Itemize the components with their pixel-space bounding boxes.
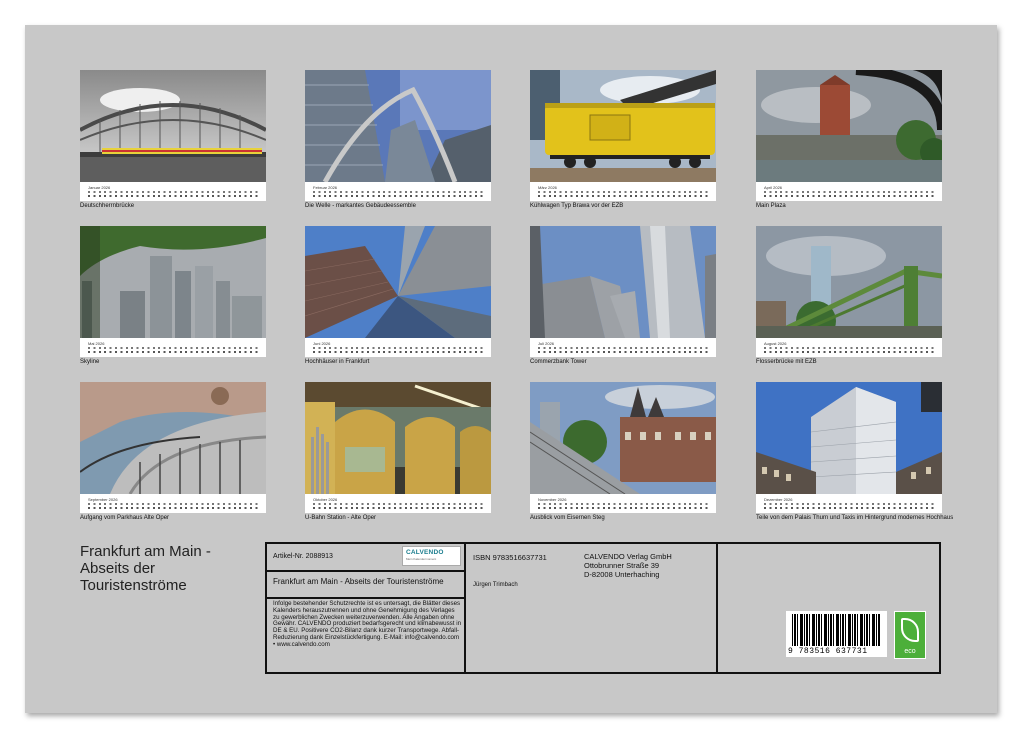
- month-name: Oktober 2026: [313, 497, 337, 502]
- photo-caption: U-Bahn Station - Alte Oper: [305, 515, 505, 522]
- weekday-row: [764, 191, 936, 193]
- calendar-strip: Juni 2026: [305, 338, 491, 357]
- date-row: [764, 507, 936, 509]
- weekday-row: [538, 347, 710, 349]
- photo-welle: [305, 70, 491, 182]
- photo-highrises: [305, 226, 491, 338]
- isbn: ISBN 9783516637731: [473, 553, 547, 562]
- date-row: [764, 351, 936, 353]
- month-name: Juli 2026: [538, 341, 554, 346]
- weekday-row: [88, 347, 260, 349]
- photo-palais-thurn-taxis: [756, 382, 942, 494]
- month-name: März 2026: [538, 185, 557, 190]
- month-name: Dezember 2026: [764, 497, 792, 502]
- leaf-icon: [901, 618, 919, 642]
- photo-caption: Flosserbrücke mit EZB: [756, 359, 956, 366]
- date-row: [88, 507, 260, 509]
- photo-skyline: [80, 226, 266, 338]
- weekday-row: [764, 503, 936, 505]
- date-row: [88, 195, 260, 197]
- calendar-strip: Februar 2026: [305, 182, 491, 201]
- photo-caption: Commerzbank Tower: [530, 359, 730, 366]
- date-row: [538, 195, 710, 197]
- calendar-title: Frankfurt am Main - Abseits der Touriste…: [80, 543, 255, 594]
- weekday-row: [313, 347, 485, 349]
- date-row: [764, 195, 936, 197]
- photo-commerzbank: [530, 226, 716, 338]
- month-name: August 2026: [764, 341, 786, 346]
- logo-tagline: Mein Kalendermoment: [406, 557, 436, 561]
- publisher-street: Ottobrunner Straße 39: [584, 561, 659, 570]
- divider: [716, 544, 718, 672]
- eco-label: eco: [895, 648, 925, 655]
- photo-caption: Aufgang vom Parkhaus Alte Oper: [80, 515, 280, 522]
- photo-parking-stairs: [80, 382, 266, 494]
- photo-caption: Deutschherrnbrücke: [80, 203, 280, 210]
- date-row: [313, 351, 485, 353]
- photo-floesser-bridge: [756, 226, 942, 338]
- photo-caption: Kühlwagen Typ Brawa vor der EZB: [530, 203, 730, 210]
- weekday-row: [313, 191, 485, 193]
- publisher-city: D-82008 Unterhaching: [584, 570, 659, 579]
- month-name: Mai 2026: [88, 341, 104, 346]
- barcode-number: 9 783516 637731: [788, 647, 885, 656]
- divider: [267, 597, 465, 599]
- logo-text: CALVENDO: [406, 549, 444, 556]
- month-name: Januar 2026: [88, 185, 110, 190]
- calendar-strip: September 2026: [80, 494, 266, 513]
- date-row: [313, 195, 485, 197]
- weekday-row: [538, 503, 710, 505]
- date-row: [538, 507, 710, 509]
- barcode-bars: [792, 614, 881, 646]
- calendar-strip: März 2026: [530, 182, 716, 201]
- month-name: April 2026: [764, 185, 782, 190]
- photo-eiserner-steg: [530, 382, 716, 494]
- calvendo-logo: CALVENDO Mein Kalendermoment: [402, 546, 461, 566]
- weekday-row: [88, 191, 260, 193]
- month-name: November 2026: [538, 497, 566, 502]
- photo-caption: Main Plaza: [756, 203, 956, 210]
- photo-caption: Skyline: [80, 359, 280, 366]
- photo-ubahn-station: [305, 382, 491, 494]
- eco-badge: eco: [894, 611, 926, 659]
- publisher-name: CALVENDO Verlag GmbH: [584, 552, 672, 561]
- month-name: Juni 2026: [313, 341, 330, 346]
- calendar-strip: Juli 2026: [530, 338, 716, 357]
- isbn-barcode: 9 783516 637731: [786, 611, 887, 657]
- legal-text: Infolge bestehender Schutzrechte ist es …: [273, 601, 461, 649]
- date-row: [88, 351, 260, 353]
- date-row: [538, 351, 710, 353]
- calendar-strip: April 2026: [756, 182, 942, 201]
- photo-caption: Die Welle - markantes Gebäudeessemble: [305, 203, 505, 210]
- month-name: September 2026: [88, 497, 118, 502]
- month-name: Februar 2026: [313, 185, 337, 190]
- photo-caption: Teile von dem Palais Thurn und Taxis im …: [756, 515, 956, 522]
- photo-bridge: [80, 70, 266, 182]
- author: Jürgen Trimbach: [473, 582, 518, 588]
- photo-railcar: [530, 70, 716, 182]
- calendar-strip: Mai 2026: [80, 338, 266, 357]
- photo-main-plaza: [756, 70, 942, 182]
- date-row: [313, 507, 485, 509]
- calendar-strip: Oktober 2026: [305, 494, 491, 513]
- calendar-strip: August 2026: [756, 338, 942, 357]
- book-title: Frankfurt am Main - Abseits der Touriste…: [273, 577, 459, 586]
- weekday-row: [313, 503, 485, 505]
- divider: [267, 570, 465, 572]
- product-info-box: Artikel-Nr. 2088913 CALVENDO Mein Kalend…: [265, 542, 941, 674]
- calendar-strip: November 2026: [530, 494, 716, 513]
- calendar-strip: Dezember 2026: [756, 494, 942, 513]
- article-number: Artikel-Nr. 2088913: [273, 553, 333, 560]
- weekday-row: [764, 347, 936, 349]
- photo-caption: Hochhäuser in Frankfurt: [305, 359, 505, 366]
- weekday-row: [538, 191, 710, 193]
- calendar-strip: Januar 2026: [80, 182, 266, 201]
- weekday-row: [88, 503, 260, 505]
- divider: [464, 544, 466, 672]
- photo-caption: Ausblick vom Eisernen Steg: [530, 515, 730, 522]
